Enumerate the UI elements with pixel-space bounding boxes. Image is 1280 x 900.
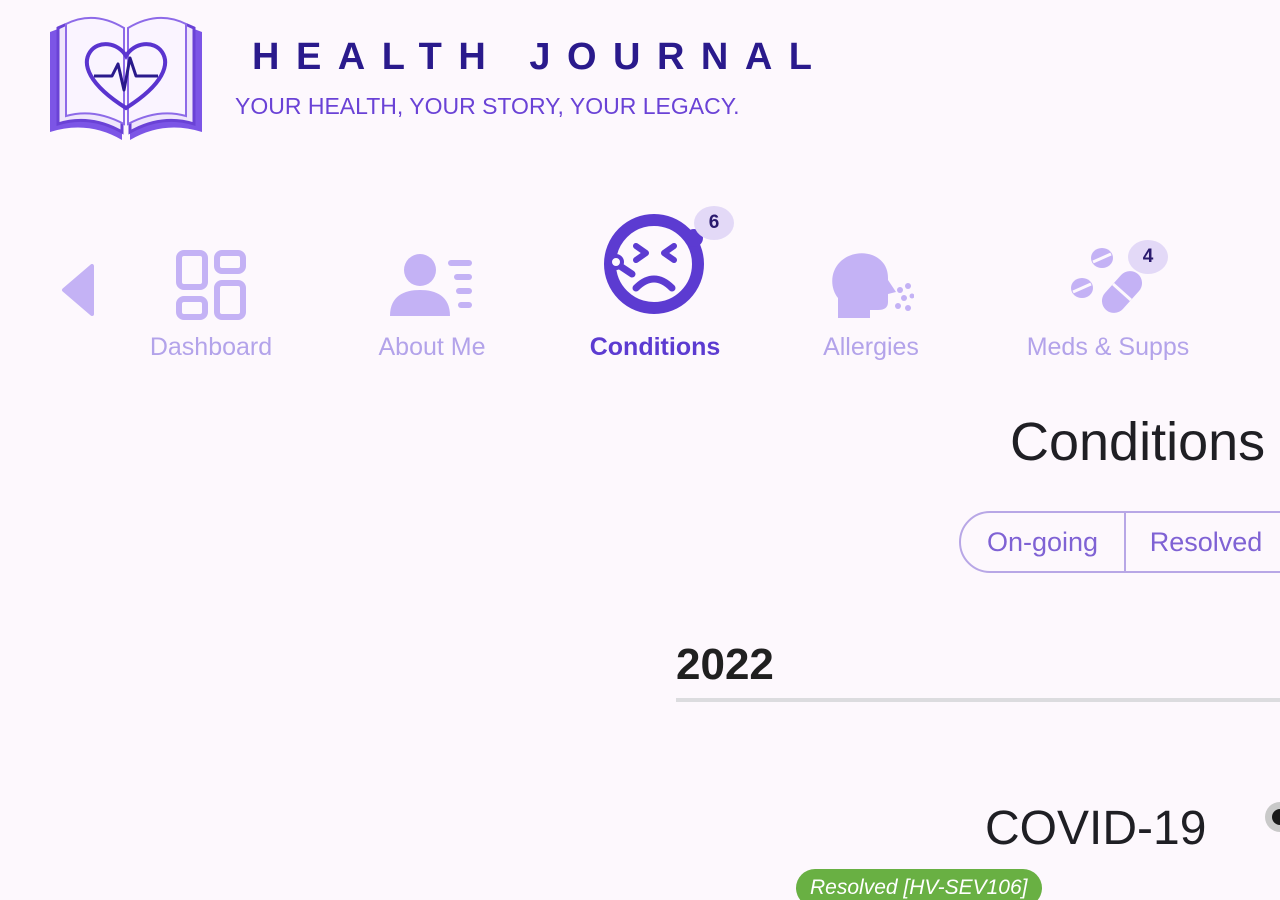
condition-name[interactable]: COVID-19 — [985, 800, 1206, 858]
condition-select-radio[interactable] — [1265, 802, 1280, 832]
nav-label-conditions: Conditions — [589, 333, 721, 361]
meds-count-badge: 4 — [1128, 240, 1168, 274]
heart-book-logo-icon — [48, 12, 204, 144]
dashboard-grid-icon — [176, 250, 246, 325]
nav-label-allergies: Allergies — [823, 333, 919, 361]
sick-face-icon — [602, 212, 706, 321]
nav-label-dashboard: Dashboard — [149, 333, 273, 361]
nav-item-meds-supps[interactable]: 4 Meds & Supps — [1016, 206, 1200, 376]
filter-ongoing-button[interactable]: On-going — [961, 513, 1126, 571]
status-filter-segmented-control: On-going Resolved — [959, 511, 1280, 573]
sneeze-head-icon — [830, 250, 915, 325]
app-title: HEALTH JOURNAL — [252, 36, 829, 78]
chevron-left-icon[interactable] — [60, 264, 96, 316]
nav-item-allergies[interactable]: Allergies — [810, 206, 932, 376]
app-tagline: YOUR HEALTH, YOUR STORY, YOUR LEGACY. — [235, 93, 740, 119]
year-heading: 2022 — [676, 640, 774, 689]
status-badge: Resolved [HV-SEV106] — [796, 869, 1042, 900]
nav-item-about-me[interactable]: About Me — [366, 206, 498, 376]
nav-label-about-me: About Me — [378, 333, 486, 361]
nav-item-conditions[interactable]: 6 Conditions — [580, 206, 734, 376]
app-page: HEALTH JOURNAL YOUR HEALTH, YOUR STORY, … — [0, 0, 1280, 900]
nav-label-meds-supps: Meds & Supps — [1026, 333, 1190, 361]
filter-resolved-button[interactable]: Resolved — [1126, 513, 1280, 571]
page-title: Conditions — [1010, 412, 1266, 472]
nav-item-dashboard[interactable]: Dashboard — [140, 206, 282, 376]
conditions-count-badge: 6 — [694, 206, 734, 240]
year-divider — [676, 698, 1280, 702]
person-list-icon — [390, 252, 474, 323]
